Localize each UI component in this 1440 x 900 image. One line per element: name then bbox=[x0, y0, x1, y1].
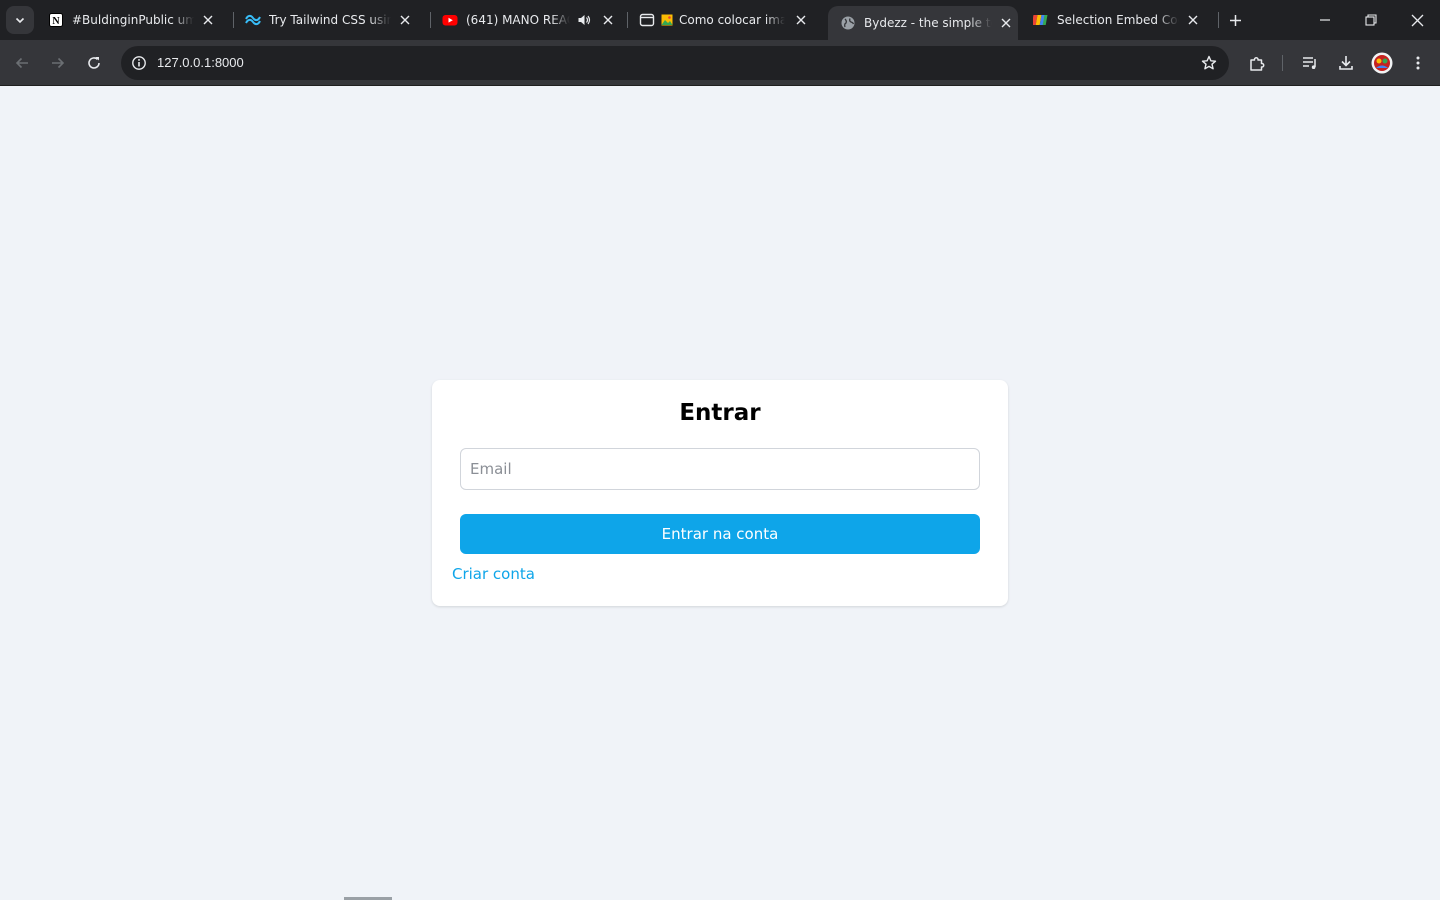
close-icon[interactable] bbox=[998, 15, 1014, 31]
avatar bbox=[1371, 52, 1393, 74]
tab-search-button[interactable] bbox=[6, 6, 34, 34]
tab-como-colocar[interactable]: Como colocar imag bbox=[627, 6, 823, 34]
page-title: Entrar bbox=[679, 400, 761, 426]
back-button[interactable] bbox=[6, 47, 38, 79]
address-url[interactable]: 127.0.0.1:8000 bbox=[157, 55, 244, 70]
restore-icon bbox=[1365, 14, 1377, 26]
tab-youtube[interactable]: (641) MANO REAGE bbox=[430, 6, 626, 34]
globe-icon bbox=[840, 15, 856, 31]
speaker-icon[interactable] bbox=[576, 12, 592, 28]
address-bar[interactable]: 127.0.0.1:8000 bbox=[121, 46, 1229, 80]
close-icon[interactable] bbox=[600, 12, 616, 28]
svg-text:N: N bbox=[52, 16, 60, 27]
tab-selection-embed[interactable]: Selection Embed Code bbox=[1021, 6, 1217, 34]
tab-bydezz[interactable]: Bydezz - the simple too bbox=[828, 6, 1018, 40]
close-icon[interactable] bbox=[1185, 12, 1201, 28]
browser-toolbar: 127.0.0.1:8000 bbox=[0, 40, 1440, 86]
site-info-icon[interactable] bbox=[127, 51, 151, 75]
tab-divider bbox=[1218, 12, 1219, 28]
close-icon[interactable] bbox=[200, 12, 216, 28]
tab-title: #BuldinginPublic um m bbox=[72, 13, 194, 27]
notion-icon: N bbox=[48, 12, 64, 28]
more-vertical-icon bbox=[1416, 56, 1420, 70]
bookmark-star-icon[interactable] bbox=[1197, 51, 1221, 75]
tab-notion[interactable]: N #BuldinginPublic um m bbox=[36, 6, 232, 34]
reload-icon bbox=[88, 57, 100, 69]
tab-tailwind[interactable]: Try Tailwind CSS using bbox=[233, 6, 429, 34]
plus-icon bbox=[1229, 14, 1241, 26]
login-card: Entrar Entrar na conta Criar conta bbox=[432, 380, 1008, 606]
tab-title: (641) MANO REAGE bbox=[466, 13, 570, 27]
toolbar-divider bbox=[1282, 55, 1283, 71]
create-account-link[interactable]: Criar conta bbox=[452, 565, 535, 583]
browser-menu-button[interactable] bbox=[1402, 47, 1434, 79]
new-tab-button[interactable] bbox=[1224, 8, 1246, 32]
minimize-icon bbox=[1320, 19, 1330, 21]
close-icon[interactable] bbox=[397, 12, 413, 28]
tab-group-icon bbox=[639, 12, 655, 28]
image-icon bbox=[661, 12, 673, 28]
puzzle-icon bbox=[1250, 57, 1265, 71]
youtube-icon bbox=[442, 12, 458, 28]
forward-button[interactable] bbox=[42, 47, 74, 79]
close-window-button[interactable] bbox=[1401, 6, 1433, 34]
extensions-button[interactable] bbox=[1241, 47, 1273, 79]
download-icon bbox=[1339, 56, 1353, 70]
close-icon[interactable] bbox=[793, 12, 809, 28]
tab-title: Selection Embed Code bbox=[1057, 13, 1179, 27]
minimize-button[interactable] bbox=[1309, 6, 1341, 34]
reload-button[interactable] bbox=[78, 47, 110, 79]
zoho-icon bbox=[1033, 12, 1049, 28]
downloads-button[interactable] bbox=[1330, 47, 1362, 79]
chevron-down-icon bbox=[15, 17, 25, 24]
close-icon bbox=[1411, 14, 1423, 26]
restore-button[interactable] bbox=[1355, 6, 1387, 34]
tailwind-icon bbox=[245, 12, 261, 28]
email-field[interactable] bbox=[460, 448, 980, 490]
page-viewport: Entrar Entrar na conta Criar conta bbox=[0, 87, 1440, 900]
arrow-left-icon bbox=[15, 57, 28, 69]
media-queue-icon bbox=[1303, 57, 1316, 69]
tab-title: Try Tailwind CSS using bbox=[269, 13, 391, 27]
browser-tabstrip: N #BuldinginPublic um m Try Tailwind CSS… bbox=[0, 0, 1440, 40]
tab-title: Bydezz - the simple too bbox=[864, 16, 992, 30]
tab-title: Como colocar imag bbox=[679, 13, 785, 27]
media-controls-button[interactable] bbox=[1294, 47, 1326, 79]
arrow-right-icon bbox=[52, 57, 65, 69]
login-button[interactable]: Entrar na conta bbox=[460, 514, 980, 554]
profile-button[interactable] bbox=[1366, 47, 1398, 79]
